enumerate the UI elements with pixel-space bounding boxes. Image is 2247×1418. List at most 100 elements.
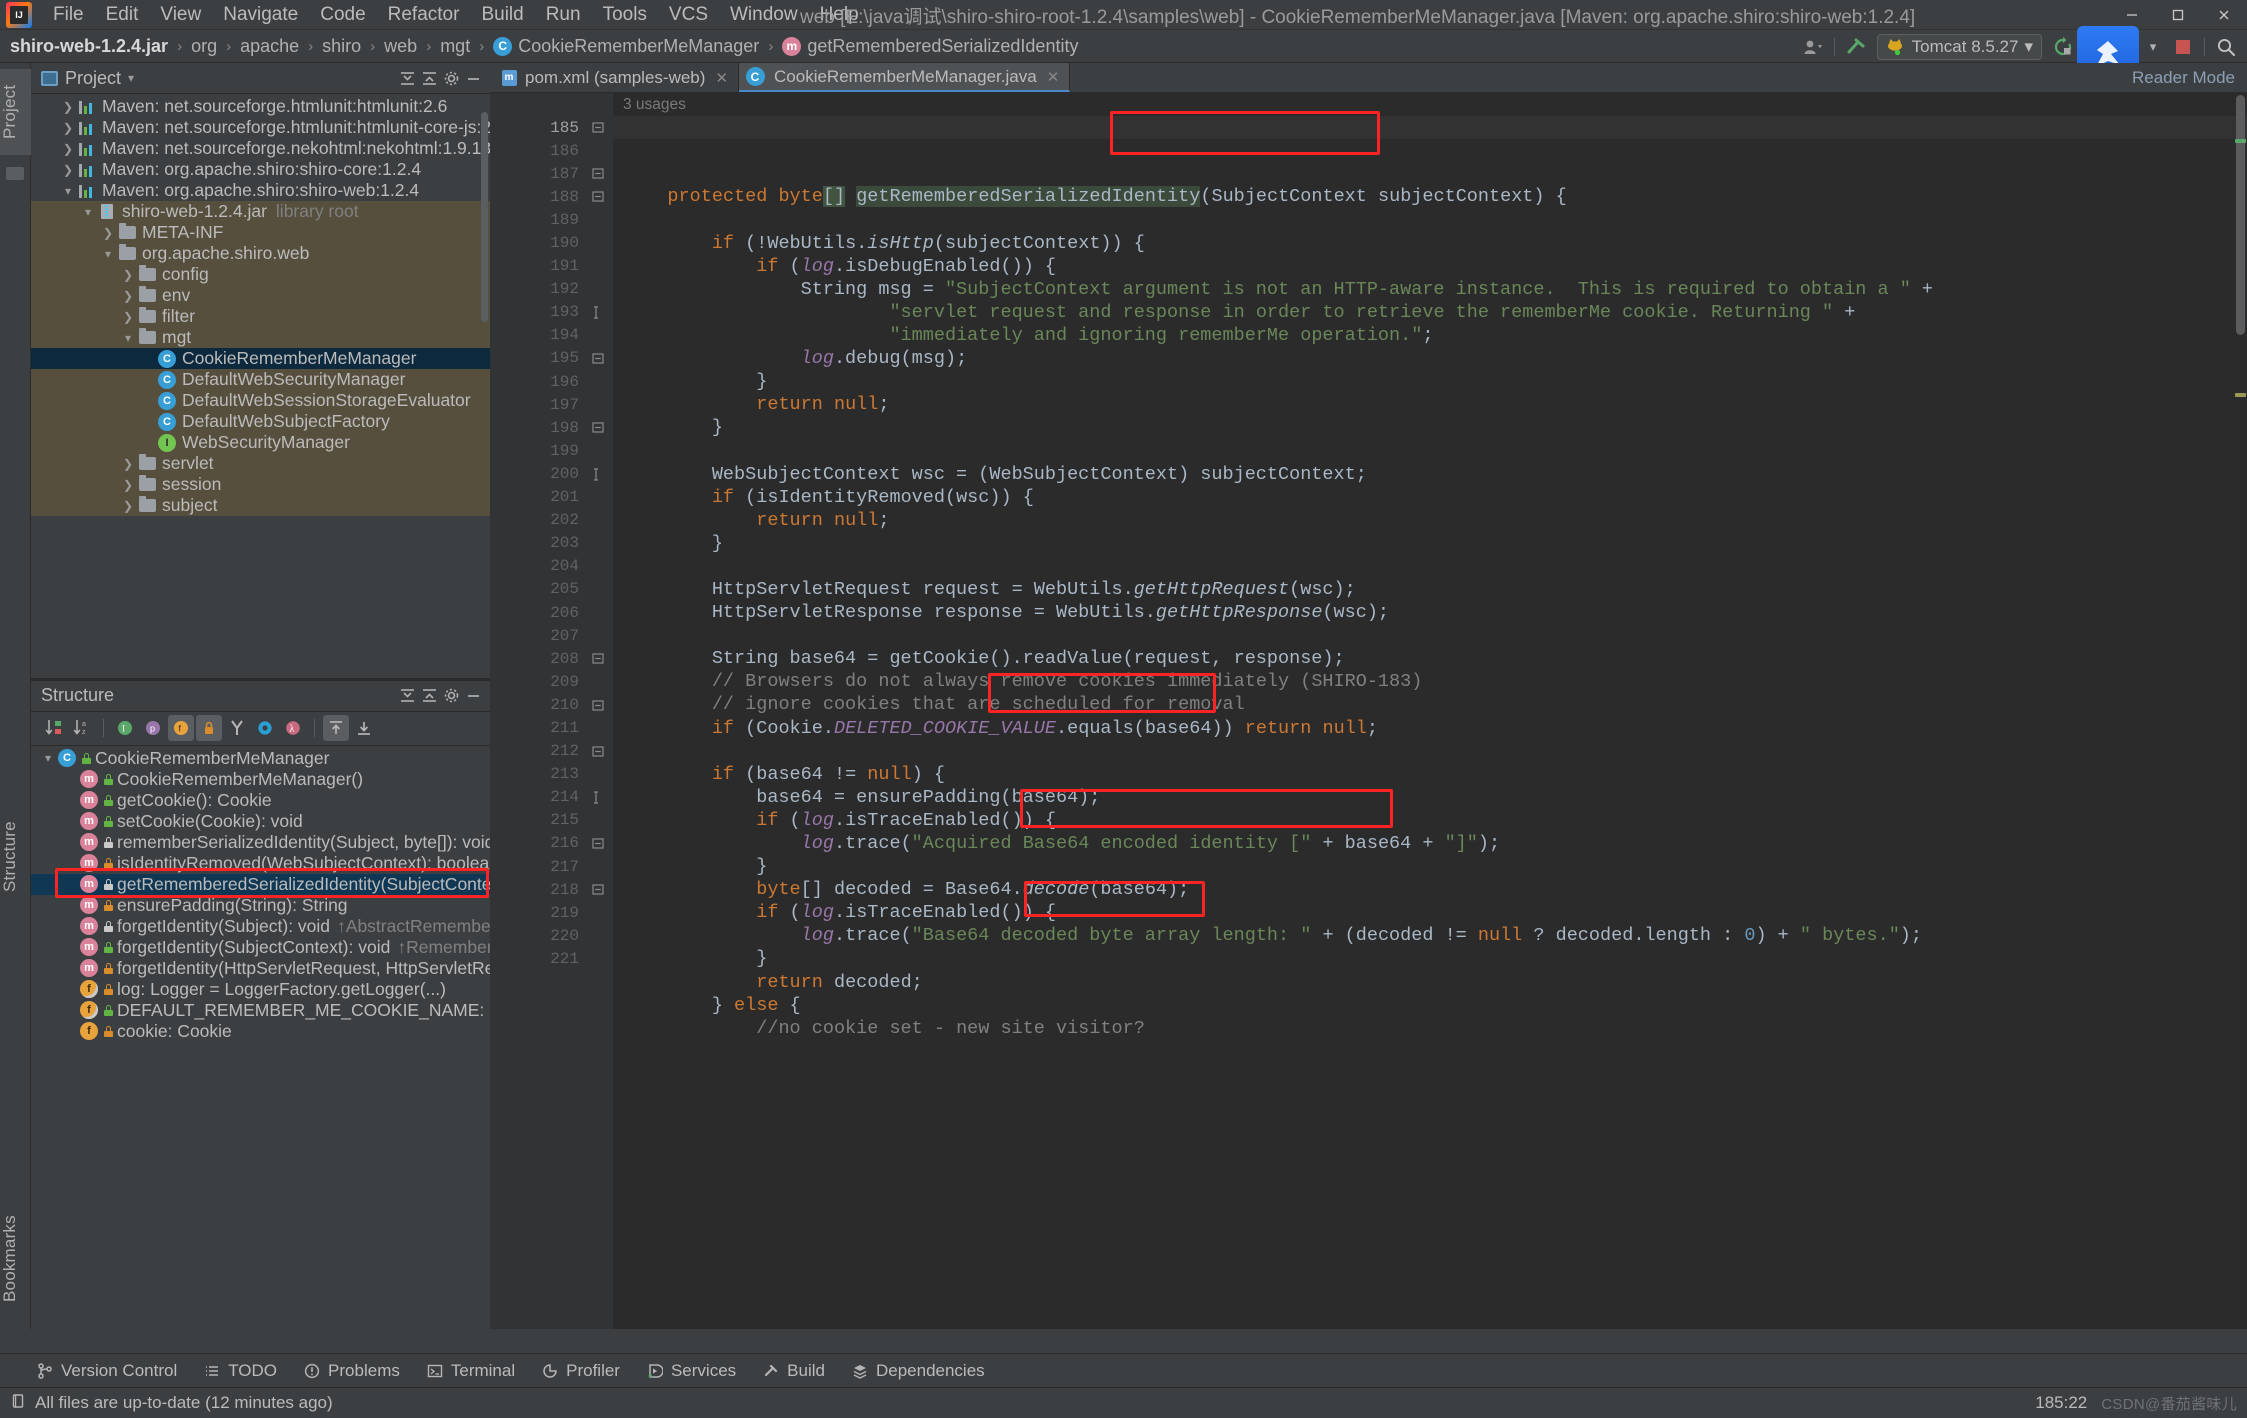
menu-vcs[interactable]: VCS xyxy=(658,0,719,30)
close-button[interactable] xyxy=(2201,0,2247,30)
code-line[interactable]: //no cookie set - new site visitor? xyxy=(623,1017,2247,1040)
source-code[interactable]: 3 usages protected byte[] getRememberedS… xyxy=(613,93,2247,1329)
chevron-right-icon[interactable]: ❯ xyxy=(59,98,77,116)
chevron-right-icon[interactable]: ❯ xyxy=(59,140,77,158)
code-line[interactable] xyxy=(623,624,2247,647)
menu-refactor[interactable]: Refactor xyxy=(377,0,471,30)
chevron-down-icon[interactable]: ▾ xyxy=(79,203,97,221)
structure-tree-row[interactable]: f cookie: Cookie xyxy=(31,1021,490,1042)
code-line[interactable]: } else { xyxy=(623,994,2247,1017)
breadcrumb-class[interactable]: C CookieRememberMeManager xyxy=(493,36,759,57)
code-line[interactable]: byte[] decoded = Base64.decode(base64); xyxy=(623,878,2247,901)
run-configuration-selector[interactable]: Tomcat 8.5.27 ▾ xyxy=(1876,33,2042,60)
structure-tree-row[interactable]: m getCookie(): Cookie xyxy=(31,790,490,811)
menu-file[interactable]: File xyxy=(42,0,95,30)
code-line[interactable]: if (log.isTraceEnabled()) { xyxy=(623,901,2247,924)
menu-build[interactable]: Build xyxy=(470,0,534,30)
hide-minus-icon[interactable] xyxy=(462,67,484,89)
project-tree-row[interactable]: ❯ Maven: org.apache.shiro:shiro-core:1.2.… xyxy=(31,159,490,180)
code-line[interactable]: log.trace("Base64 decoded byte array len… xyxy=(623,924,2247,947)
code-line[interactable]: // Browsers do not always remove cookies… xyxy=(623,670,2247,693)
search-everywhere-button[interactable] xyxy=(2211,34,2241,60)
bottom-item-build[interactable]: Build xyxy=(762,1361,825,1381)
stop-button[interactable] xyxy=(2168,34,2198,60)
close-icon[interactable]: ✕ xyxy=(1047,68,1060,86)
show-interfaces-icon[interactable] xyxy=(252,715,278,741)
settings-gear-icon[interactable] xyxy=(440,685,462,707)
project-tree-row[interactable]: C DefaultWebSubjectFactory xyxy=(31,411,490,432)
chevron-right-icon[interactable]: ❯ xyxy=(119,455,137,473)
code-line[interactable]: "servlet request and response in order t… xyxy=(623,301,2247,324)
chevron-right-icon[interactable]: ❯ xyxy=(119,266,137,284)
project-tree-row[interactable]: ▾ org.apache.shiro.web xyxy=(31,243,490,264)
fold-region-icon[interactable] xyxy=(592,121,605,134)
structure-tree-row[interactable]: m forgetIdentity(SubjectContext): void ↑Re… xyxy=(31,937,490,958)
fold-region-icon[interactable] xyxy=(592,352,605,365)
breadcrumb-web[interactable]: web xyxy=(384,36,417,57)
code-line[interactable]: HttpServletRequest request = WebUtils.ge… xyxy=(623,578,2247,601)
code-line[interactable]: } xyxy=(623,416,2247,439)
structure-tree-row[interactable]: f log: Logger = LoggerFactory.getLogger(.… xyxy=(31,979,490,1000)
code-line[interactable]: HttpServletResponse response = WebUtils.… xyxy=(623,601,2247,624)
project-tree-row[interactable]: ❯ filter xyxy=(31,306,490,327)
show-lambdas-icon[interactable]: λ xyxy=(280,715,306,741)
rerun-icon[interactable] xyxy=(2048,34,2078,60)
code-line[interactable]: String msg = "SubjectContext argument is… xyxy=(623,278,2247,301)
project-tree-row[interactable]: ❯ Maven: net.sourceforge.nekohtml:nekohtm… xyxy=(31,138,490,159)
code-folding-column[interactable] xyxy=(585,93,613,1329)
project-tree-row[interactable]: ❯ subject xyxy=(31,495,490,516)
chevron-down-icon[interactable]: ▾ xyxy=(39,749,57,767)
sort-alphabetically-icon[interactable]: az xyxy=(69,715,95,741)
code-line[interactable]: if (isIdentityRemoved(wsc)) { xyxy=(623,486,2247,509)
code-line[interactable] xyxy=(623,740,2247,763)
code-line[interactable]: if (base64 != null) { xyxy=(623,763,2247,786)
fold-region-icon[interactable] xyxy=(592,190,605,203)
usages-inlay-hint[interactable]: 3 usages xyxy=(623,93,686,116)
structure-tree-row[interactable]: m setCookie(Cookie): void xyxy=(31,811,490,832)
menu-navigate[interactable]: Navigate xyxy=(212,0,309,30)
code-line[interactable]: WebSubjectContext wsc = (WebSubjectConte… xyxy=(623,463,2247,486)
fold-region-icon[interactable] xyxy=(592,421,605,434)
code-line[interactable]: return null; xyxy=(623,393,2247,416)
settings-gear-icon[interactable] xyxy=(440,67,462,89)
structure-tree-row[interactable]: f DEFAULT_REMEMBER_ME_COOKIE_NAME: String… xyxy=(31,1000,490,1021)
chevron-right-icon[interactable]: ❯ xyxy=(119,476,137,494)
project-tree-row[interactable]: ❯ session xyxy=(31,474,490,495)
chevron-down-icon[interactable]: ▾ xyxy=(99,245,117,263)
project-tree-row[interactable]: ❯ servlet xyxy=(31,453,490,474)
collapse-all-icon[interactable] xyxy=(418,685,440,707)
code-line[interactable]: if (log.isDebugEnabled()) { xyxy=(623,255,2247,278)
code-line[interactable]: if (log.isTraceEnabled()) { xyxy=(623,809,2247,832)
tab-pom-xml[interactable]: m pom.xml (samples-web) ✕ xyxy=(490,63,740,92)
menu-view[interactable]: View xyxy=(149,0,212,30)
code-line[interactable] xyxy=(623,208,2247,231)
close-icon[interactable]: ✕ xyxy=(715,69,728,87)
code-line[interactable]: String base64 = getCookie().readValue(re… xyxy=(623,647,2247,670)
editor-vertical-scrollbar[interactable] xyxy=(2236,95,2245,335)
fold-region-icon[interactable] xyxy=(592,167,605,180)
sidebar-item-project[interactable]: Project xyxy=(0,69,31,155)
project-tree-row[interactable]: ❯ META-INF xyxy=(31,222,490,243)
project-tree-row[interactable]: ❯ Maven: net.sourceforge.htmlunit:htmluni… xyxy=(31,96,490,117)
bottom-item-dependencies[interactable]: Dependencies xyxy=(851,1361,985,1381)
project-tree-row[interactable]: ❯ Maven: net.sourceforge.htmlunit:htmluni… xyxy=(31,117,490,138)
fold-end-marker-icon[interactable] xyxy=(592,467,605,481)
hammer-icon[interactable] xyxy=(1841,34,1871,60)
chevron-down-icon[interactable]: ▾ xyxy=(59,182,77,200)
show-inherited-icon[interactable]: I xyxy=(112,715,138,741)
fold-region-icon[interactable] xyxy=(592,699,605,712)
project-tree-row[interactable]: ▾ shiro-web-1.2.4.jar library root xyxy=(31,201,490,222)
code-line[interactable]: } xyxy=(623,947,2247,970)
fold-region-icon[interactable] xyxy=(592,883,605,896)
code-line[interactable]: return null; xyxy=(623,509,2247,532)
show-non-public-icon[interactable] xyxy=(196,715,222,741)
menu-code[interactable]: Code xyxy=(309,0,376,30)
sidebar-item-bookmarks[interactable]: Bookmarks xyxy=(0,1199,31,1319)
menu-tools[interactable]: Tools xyxy=(592,0,658,30)
breadcrumb-org[interactable]: org xyxy=(191,36,217,57)
code-line[interactable] xyxy=(623,439,2247,462)
structure-tree-row[interactable]: m isIdentityRemoved(WebSubjectContext): b… xyxy=(31,853,490,874)
fold-region-icon[interactable] xyxy=(592,652,605,665)
maximize-button[interactable] xyxy=(2155,0,2201,30)
fold-region-icon[interactable] xyxy=(592,837,605,850)
